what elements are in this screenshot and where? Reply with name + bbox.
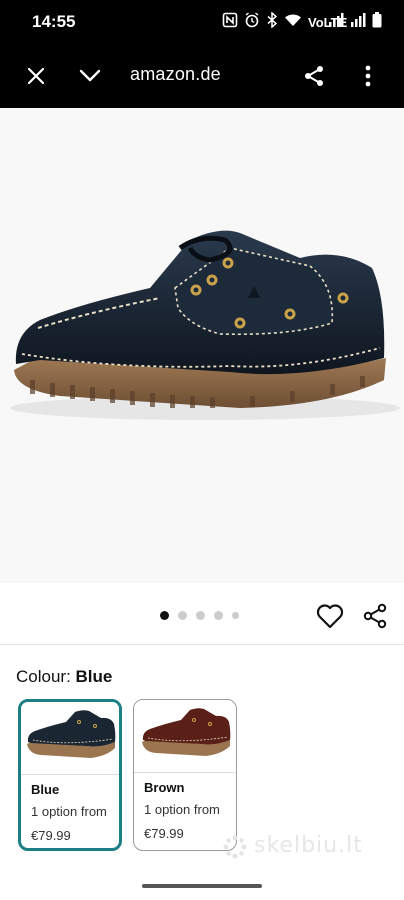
- bluetooth-icon: [266, 11, 278, 33]
- swatch-image: [134, 700, 236, 770]
- share-icon: [363, 603, 387, 629]
- colour-label: Colour: Blue: [16, 667, 112, 687]
- status-icons: VoLTE: [222, 11, 382, 33]
- swatch-name: Brown: [144, 780, 185, 795]
- image-navigation: [0, 583, 404, 645]
- carousel-dot-active[interactable]: [160, 611, 169, 620]
- colour-swatch-blue[interactable]: Blue 1 option from €79.99: [18, 699, 122, 851]
- wifi-icon: [284, 12, 302, 33]
- toolbar-share-button[interactable]: [298, 60, 330, 92]
- browser-toolbar: amazon.de: [0, 44, 404, 108]
- swatch-options: 1 option from: [31, 804, 107, 819]
- carousel-dot[interactable]: [214, 611, 223, 620]
- chevron-down-icon: [79, 69, 101, 82]
- colour-selected-value: Blue: [75, 667, 113, 686]
- swatch-divider: [134, 772, 236, 773]
- signal-icon: [350, 12, 366, 33]
- swatch-options: 1 option from: [144, 802, 220, 817]
- more-vert-icon: [365, 65, 371, 87]
- gesture-bar-area: [0, 875, 404, 900]
- close-button[interactable]: [20, 60, 52, 92]
- nfc-icon: [222, 12, 238, 33]
- volte-icon: VoLTE: [308, 14, 347, 32]
- carousel-dot[interactable]: [196, 611, 205, 620]
- boat-shoe-image: [10, 230, 400, 420]
- signal-icon: [328, 12, 344, 33]
- collapse-button[interactable]: [74, 60, 106, 92]
- swatch-name: Blue: [31, 782, 60, 797]
- url-text[interactable]: amazon.de: [130, 64, 221, 85]
- colour-swatch-brown[interactable]: Brown 1 option from €79.99: [133, 699, 237, 851]
- status-bar: 14:55 VoLTE: [0, 0, 404, 44]
- swatch-price: €79.99: [31, 828, 71, 843]
- product-image[interactable]: [0, 108, 404, 583]
- carousel-dot[interactable]: [178, 611, 187, 620]
- favorite-button[interactable]: [316, 603, 344, 629]
- swatch-divider: [21, 774, 119, 775]
- swatch-price: €79.99: [144, 826, 184, 841]
- watermark-text: skelbiu.lt: [254, 833, 363, 858]
- heart-icon: [316, 604, 344, 629]
- share-icon: [305, 66, 323, 86]
- more-menu-button[interactable]: [352, 60, 384, 92]
- alarm-icon: [244, 12, 260, 33]
- close-icon: [27, 67, 45, 85]
- colour-label-text: Colour:: [16, 667, 76, 686]
- battery-icon: [372, 12, 382, 33]
- carousel-dot[interactable]: [232, 612, 239, 619]
- watermark-logo-icon: [223, 835, 247, 859]
- share-button[interactable]: [362, 603, 388, 629]
- status-time: 14:55: [32, 12, 76, 31]
- swatch-image: [21, 702, 119, 772]
- carousel-dots: [160, 611, 239, 620]
- home-indicator[interactable]: [142, 884, 262, 888]
